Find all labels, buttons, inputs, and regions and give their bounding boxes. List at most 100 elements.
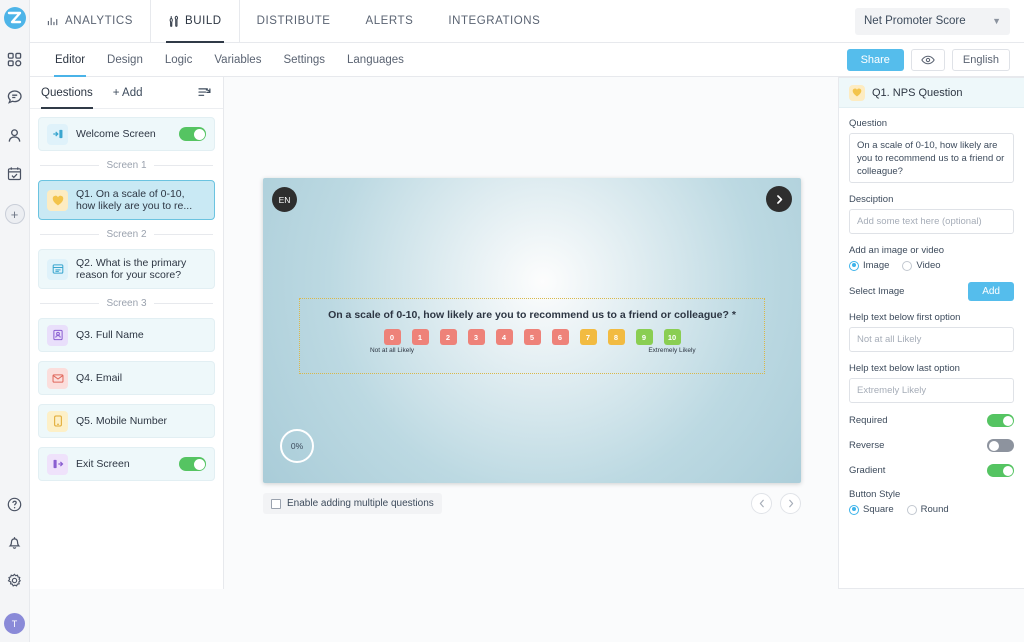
nps-first-help: Not at all Likely [369, 347, 415, 354]
nps-cell-10: 10 Extremely Likely [648, 329, 696, 354]
list-item-label: Welcome Screen [76, 127, 156, 140]
tab-variables[interactable]: Variables [203, 43, 272, 77]
nps-option-4[interactable]: 4 [495, 329, 513, 345]
exit-screen-icon [47, 453, 68, 475]
question-input[interactable]: On a scale of 0-10, how likely are you t… [849, 133, 1014, 183]
contacts-icon[interactable] [4, 124, 26, 146]
tab-editor[interactable]: Editor [44, 43, 96, 77]
survey-selector[interactable]: Net Promoter Score ▼ [855, 7, 1010, 35]
first-help-input[interactable]: Not at all Likely [849, 327, 1014, 352]
preview-language-badge[interactable]: EN [272, 187, 297, 212]
nav-alerts[interactable]: ALERTS [349, 0, 432, 42]
nps-cell-2: 2 [439, 329, 457, 345]
reorder-undo-icon[interactable] [198, 87, 212, 99]
nav-analytics[interactable]: ANALYTICS [30, 0, 152, 42]
radio-image[interactable]: Image [849, 260, 889, 271]
exit-screen-toggle[interactable] [179, 457, 206, 471]
last-help-input[interactable]: Extremely Likely [849, 378, 1014, 403]
survey-preview-wrap: EN On a scale of 0-10, how likely are yo… [263, 178, 801, 483]
enable-multiple-questions-checkbox[interactable]: Enable adding multiple questions [263, 493, 442, 514]
language-button[interactable]: English [951, 48, 1010, 71]
nps-cell-8: 8 [607, 329, 625, 345]
top-nav-right: Net Promoter Score ▼ [855, 0, 1024, 42]
chat-icon[interactable] [4, 86, 26, 108]
sub-navigation: Editor Design Logic Variables Settings L… [30, 43, 1024, 77]
nps-option-5[interactable]: 5 [523, 329, 541, 345]
survey-preview: EN On a scale of 0-10, how likely are yo… [263, 178, 801, 483]
help-icon[interactable] [4, 493, 26, 515]
settings-gear-icon[interactable] [4, 569, 26, 591]
add-question-button[interactable]: + Add [113, 87, 143, 99]
name-card-icon [47, 324, 68, 346]
tab-logic[interactable]: Logic [154, 43, 204, 77]
nps-option-8[interactable]: 8 [607, 329, 625, 345]
reverse-toggle[interactable] [987, 439, 1014, 452]
questions-sidebar-header: Questions + Add [30, 77, 223, 109]
preview-next-button[interactable] [766, 186, 792, 212]
last-help-label: Help text below last option [849, 363, 960, 374]
notifications-icon[interactable] [4, 531, 26, 553]
chevron-right-icon [774, 194, 785, 205]
nps-option-7[interactable]: 7 [579, 329, 597, 345]
question-field-label: Question [849, 118, 888, 129]
description-input[interactable]: Add some text here (optional) [849, 209, 1014, 234]
preview-pager [751, 493, 801, 514]
list-item-q3[interactable]: Q3. Full Name [38, 318, 215, 352]
required-toggle[interactable] [987, 414, 1014, 427]
tab-settings[interactable]: Settings [272, 43, 336, 77]
nps-option-10[interactable]: 10 [663, 329, 681, 345]
rail-bottom-group: T [4, 493, 26, 642]
radio-image-label: Image [863, 260, 890, 271]
nps-option-1[interactable]: 1 [411, 329, 429, 345]
nps-cell-1: 1 [411, 329, 429, 345]
radio-round[interactable]: Round [906, 504, 949, 515]
survey-selector-label: Net Promoter Score [864, 15, 966, 27]
tab-design[interactable]: Design [96, 43, 154, 77]
nps-option-6[interactable]: 6 [551, 329, 569, 345]
share-button[interactable]: Share [846, 48, 904, 71]
nav-build[interactable]: BUILD [151, 0, 240, 43]
list-item-welcome-screen[interactable]: Welcome Screen [38, 117, 215, 151]
nav-distribute[interactable]: DISTRIBUTE [240, 0, 349, 42]
pager-prev-button[interactable] [751, 493, 772, 514]
nps-option-2[interactable]: 2 [439, 329, 457, 345]
multiline-text-icon [47, 258, 68, 280]
bar-chart-icon [47, 15, 60, 27]
calendar-check-icon[interactable] [4, 162, 26, 184]
media-type-radio-group: Image Video [849, 260, 1014, 271]
radio-square[interactable]: Square [849, 504, 894, 515]
select-image-label: Select Image [849, 286, 905, 297]
eye-icon [921, 55, 935, 65]
properties-title: Q1. NPS Question [872, 86, 963, 99]
list-item-q1[interactable]: Q1. On a scale of 0-10, how likely are y… [38, 180, 215, 220]
questions-tab[interactable]: Questions [41, 77, 93, 109]
email-icon [47, 367, 68, 389]
nav-integrations[interactable]: INTEGRATIONS [431, 0, 558, 42]
nps-option-0[interactable]: 0 [383, 329, 401, 345]
add-app-button[interactable]: + [4, 204, 25, 224]
gradient-toggle[interactable] [987, 464, 1014, 477]
user-avatar[interactable]: T [4, 613, 25, 634]
welcome-screen-toggle[interactable] [179, 127, 206, 141]
list-item-exit-screen[interactable]: Exit Screen [38, 447, 215, 481]
list-item-q2[interactable]: Q2. What is the primary reason for your … [38, 249, 215, 289]
nps-option-3[interactable]: 3 [467, 329, 485, 345]
main-column: ANALYTICS BUILD DISTRIBUTE ALERTS INTEGR… [30, 0, 1024, 642]
add-image-button[interactable]: Add [968, 282, 1014, 301]
tab-languages[interactable]: Languages [336, 43, 415, 77]
radio-video[interactable]: Video [902, 260, 941, 271]
list-item-q5[interactable]: Q5. Mobile Number [38, 404, 215, 438]
zoho-logo[interactable] [3, 6, 27, 30]
list-item-q4[interactable]: Q4. Email [38, 361, 215, 395]
preview-question-block[interactable]: On a scale of 0-10, how likely are you t… [299, 298, 765, 374]
nps-heart-icon [47, 189, 68, 211]
nps-option-9[interactable]: 9 [635, 329, 653, 345]
nps-cell-3: 3 [467, 329, 485, 345]
nps-cell-9: 9 [635, 329, 653, 345]
chevron-down-icon: ▼ [992, 16, 1001, 26]
checkbox-icon [271, 498, 281, 509]
pager-next-button[interactable] [780, 493, 801, 514]
dashboard-grid-icon[interactable] [4, 48, 26, 70]
preview-eye-button[interactable] [910, 48, 945, 71]
radio-round-label: Round [920, 504, 949, 515]
